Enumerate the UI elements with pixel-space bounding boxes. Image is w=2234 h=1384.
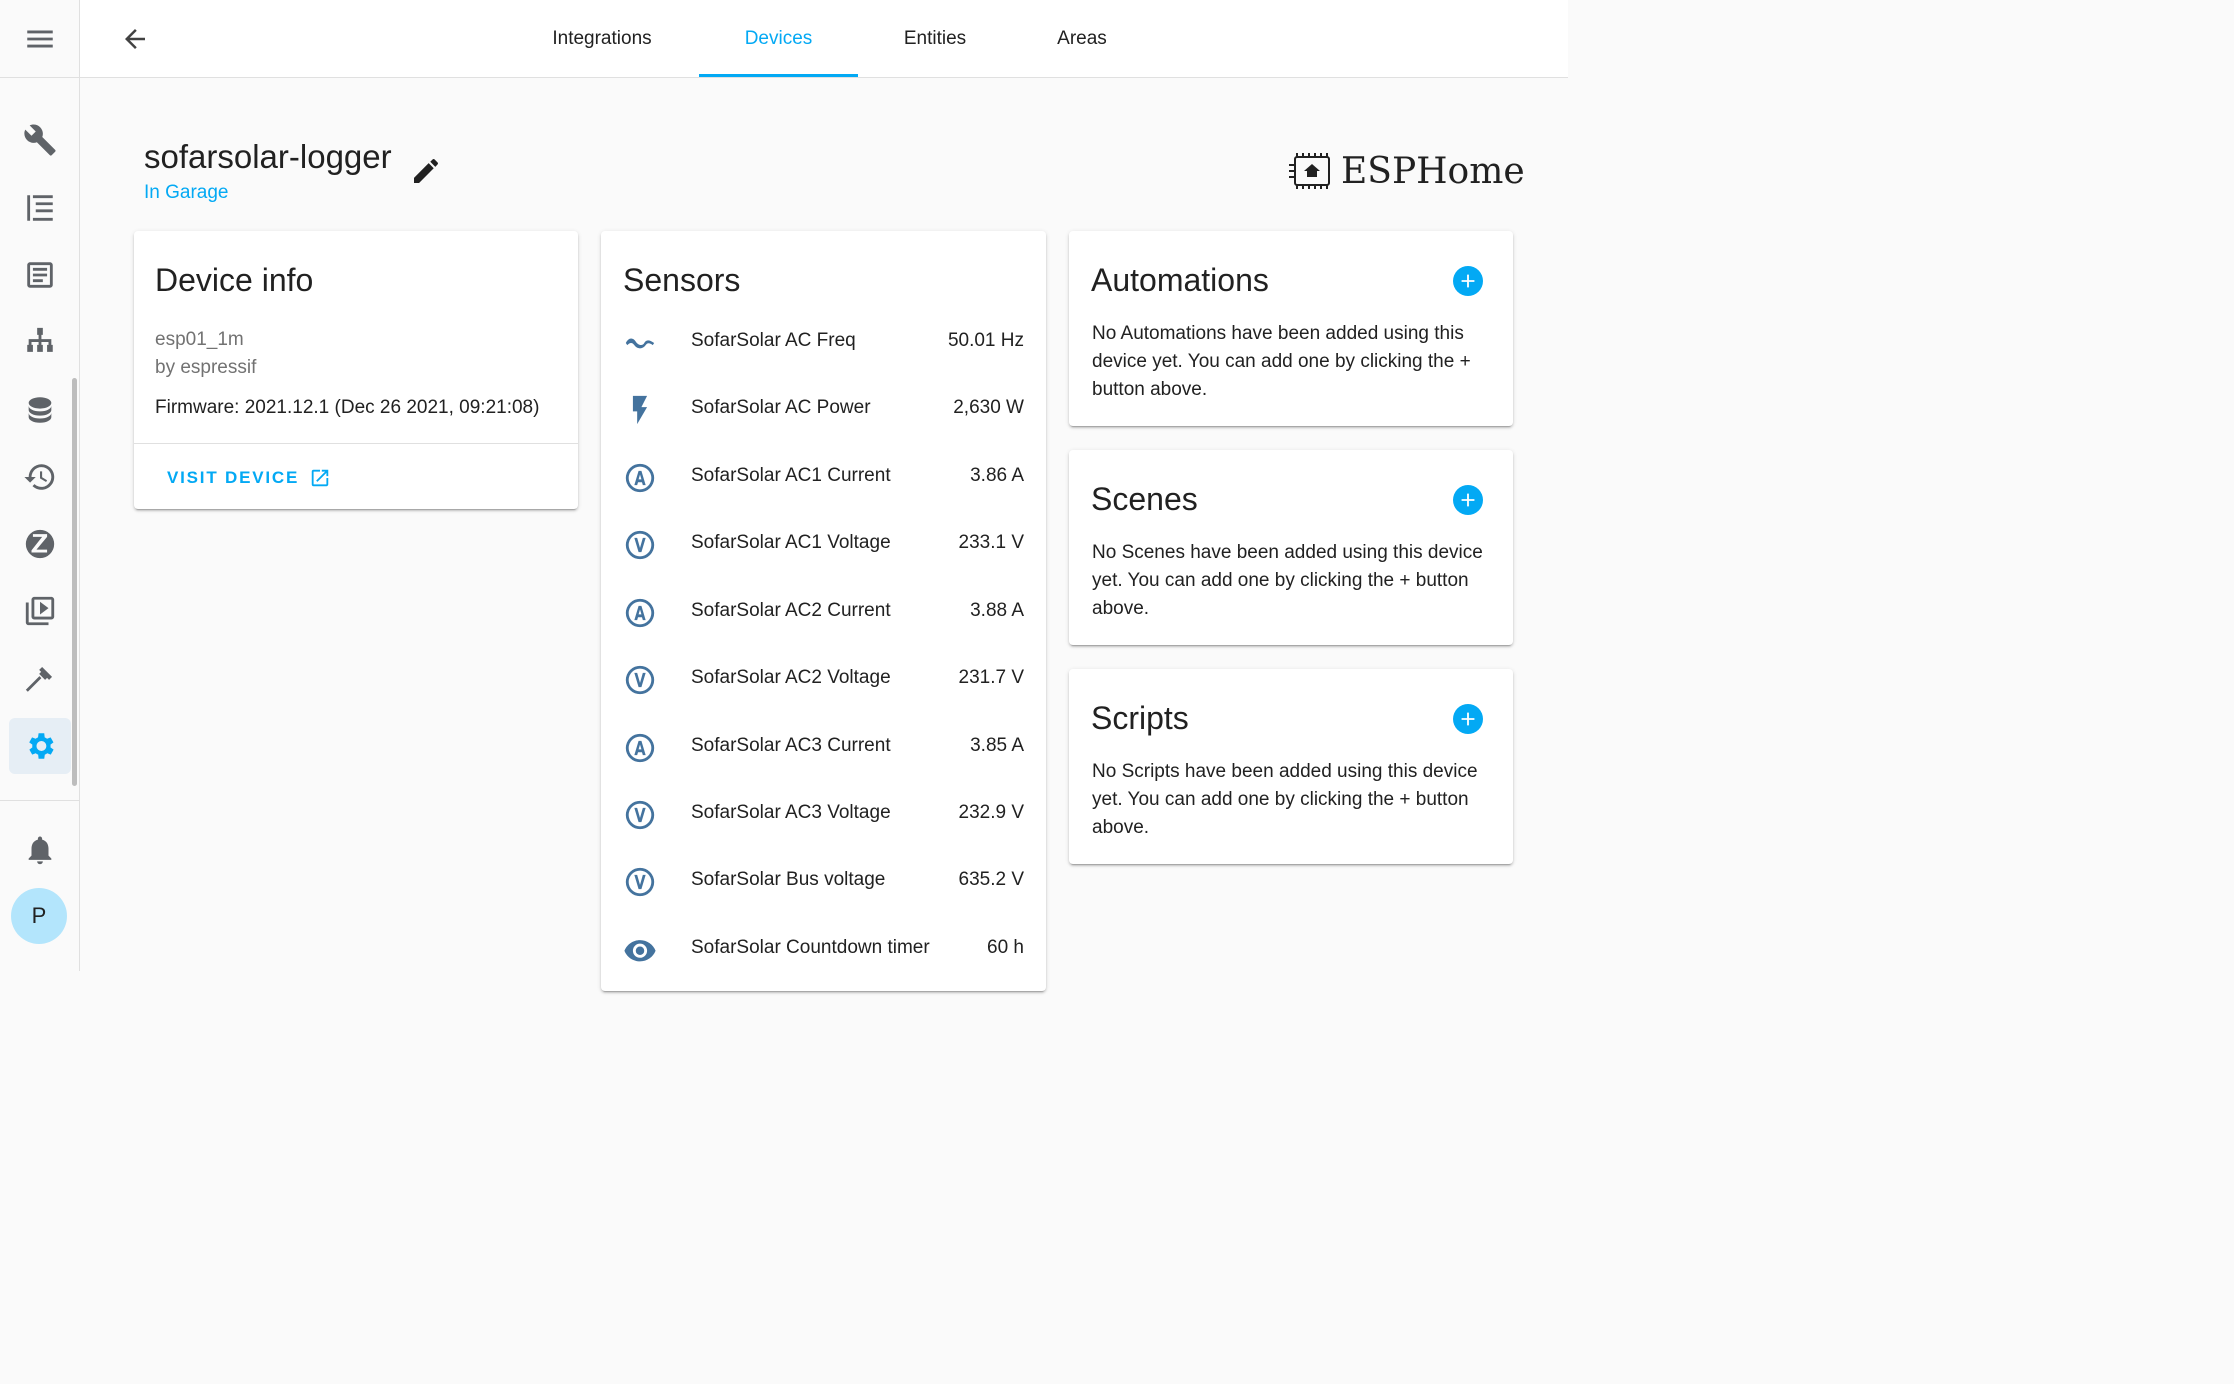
plus-icon: [1461, 712, 1475, 726]
sensor-name: SofarSolar AC2 Current: [691, 600, 891, 621]
sensor-name: SofarSolar AC3 Voltage: [691, 802, 891, 823]
voltage-icon: [623, 663, 657, 697]
tab-integrations[interactable]: Integrations: [534, 0, 670, 77]
sensor-value: 233.1 V: [958, 532, 1025, 553]
page-title: sofarsolar-logger: [144, 138, 392, 175]
card-title: Scenes: [1091, 481, 1198, 517]
card-title: Automations: [1091, 262, 1269, 298]
sensor-name: SofarSolar AC3 Current: [691, 735, 891, 756]
logbook-icon[interactable]: [9, 180, 71, 236]
tab-areas[interactable]: Areas: [1030, 0, 1134, 77]
sine-wave-icon: [623, 326, 657, 360]
sensor-row[interactable]: SofarSolar AC Power 2,630 W: [601, 389, 1046, 429]
sensor-row[interactable]: SofarSolar AC3 Voltage 232.9 V: [601, 794, 1046, 834]
visit-device-button[interactable]: VISIT DEVICE: [167, 467, 331, 489]
card-title: Scripts: [1091, 700, 1189, 736]
empty-message: No Scripts have been added using this de…: [1092, 761, 1478, 838]
sensor-name: SofarSolar AC Freq: [691, 330, 856, 351]
sensor-name: SofarSolar AC1 Current: [691, 465, 891, 486]
pencil-icon[interactable]: [410, 155, 442, 187]
settings-icon[interactable]: [9, 718, 71, 774]
wrench-icon[interactable]: [9, 112, 71, 168]
network-icon[interactable]: [9, 314, 71, 370]
card-title: Device info: [155, 262, 314, 298]
back-arrow-icon[interactable]: [116, 20, 154, 58]
sensor-row[interactable]: SofarSolar AC Freq 50.01 Hz: [601, 322, 1046, 362]
add-script-button[interactable]: [1453, 704, 1483, 734]
sensor-value: 231.7 V: [958, 667, 1025, 688]
sensor-value: 635.2 V: [958, 869, 1025, 890]
sensor-value: 50.01 Hz: [947, 330, 1024, 351]
sensor-name: SofarSolar Countdown timer: [691, 937, 930, 958]
sensor-row[interactable]: SofarSolar Countdown timer 60 h: [601, 929, 1046, 969]
active-tab-indicator: [699, 74, 858, 77]
log-icon[interactable]: [9, 247, 71, 303]
sensor-name: SofarSolar AC Power: [691, 397, 871, 418]
area-link[interactable]: In Garage: [144, 182, 229, 204]
zigbee-icon[interactable]: [9, 516, 71, 572]
esphome-chip-icon: [1289, 153, 1330, 189]
notifications-icon[interactable]: [9, 822, 71, 878]
sensor-name: SofarSolar AC2 Voltage: [691, 667, 891, 688]
sidebar-header: [0, 0, 79, 78]
sensor-value: 2,630 W: [953, 397, 1024, 418]
automations-card: Automations No Automations have been add…: [1069, 231, 1513, 426]
sensor-row[interactable]: SofarSolar Bus voltage 635.2 V: [601, 861, 1046, 901]
esphome-logo: ESPHome: [1287, 148, 1525, 194]
empty-message: No Automations have been added using thi…: [1092, 323, 1471, 400]
voltage-icon: [623, 865, 657, 899]
plus-icon: [1461, 274, 1475, 288]
device-info-card: Device info esp01_1m by espressif Firmwa…: [134, 231, 578, 509]
current-icon: [623, 461, 657, 495]
sensor-row[interactable]: SofarSolar AC1 Voltage 233.1 V: [601, 524, 1046, 564]
sensor-row[interactable]: SofarSolar AC2 Voltage 231.7 V: [601, 659, 1046, 699]
empty-message: No Scenes have been added using this dev…: [1092, 542, 1483, 619]
tab-devices[interactable]: Devices: [699, 0, 858, 77]
open-in-new-icon: [311, 469, 329, 487]
device-manufacturer: by espressif: [155, 357, 257, 378]
menu-icon[interactable]: [9, 11, 71, 67]
voltage-icon: [623, 528, 657, 562]
sidebar-divider: [0, 800, 79, 801]
plus-icon: [1461, 493, 1475, 507]
sensor-row[interactable]: SofarSolar AC1 Current 3.86 A: [601, 457, 1046, 497]
database-icon[interactable]: [9, 382, 71, 438]
sensor-value: 3.86 A: [970, 465, 1024, 486]
device-model: esp01_1m: [155, 329, 244, 350]
eye-icon: [623, 933, 657, 967]
visit-device-label: VISIT DEVICE: [167, 468, 300, 487]
divider: [134, 443, 578, 444]
scripts-card: Scripts No Scripts have been added using…: [1069, 669, 1513, 864]
add-scene-button[interactable]: [1453, 485, 1483, 515]
sensor-name: SofarSolar Bus voltage: [691, 869, 886, 890]
hammer-icon[interactable]: [9, 651, 71, 707]
sensor-value: 232.9 V: [958, 802, 1025, 823]
top-bar: Integrations Devices Entities Areas: [80, 0, 1568, 78]
sensor-name: SofarSolar AC1 Voltage: [691, 532, 891, 553]
add-automation-button[interactable]: [1453, 266, 1483, 296]
firmware-info: Firmware: 2021.12.1 (Dec 26 2021, 09:21:…: [155, 397, 540, 418]
sidebar-scrollbar[interactable]: [72, 378, 77, 786]
sidebar: P: [0, 0, 80, 971]
history-icon[interactable]: [9, 449, 71, 505]
tab-entities[interactable]: Entities: [880, 0, 990, 77]
avatar[interactable]: P: [11, 888, 67, 944]
sensor-row[interactable]: SofarSolar AC2 Current 3.88 A: [601, 592, 1046, 632]
brand-name: ESPHome: [1341, 150, 1525, 192]
sensor-row[interactable]: SofarSolar AC3 Current 3.85 A: [601, 727, 1046, 767]
flash-icon: [623, 393, 657, 427]
sensors-card: Sensors SofarSolar AC Freq 50.01 Hz Sofa…: [601, 231, 1046, 991]
sensor-value: 60 h: [987, 937, 1024, 958]
current-icon: [623, 731, 657, 765]
sensor-value: 3.85 A: [970, 735, 1024, 756]
sensor-value: 3.88 A: [970, 600, 1024, 621]
voltage-icon: [623, 798, 657, 832]
media-icon[interactable]: [9, 583, 71, 639]
card-title: Sensors: [623, 262, 741, 298]
scenes-card: Scenes No Scenes have been added using t…: [1069, 450, 1513, 645]
current-icon: [623, 596, 657, 630]
